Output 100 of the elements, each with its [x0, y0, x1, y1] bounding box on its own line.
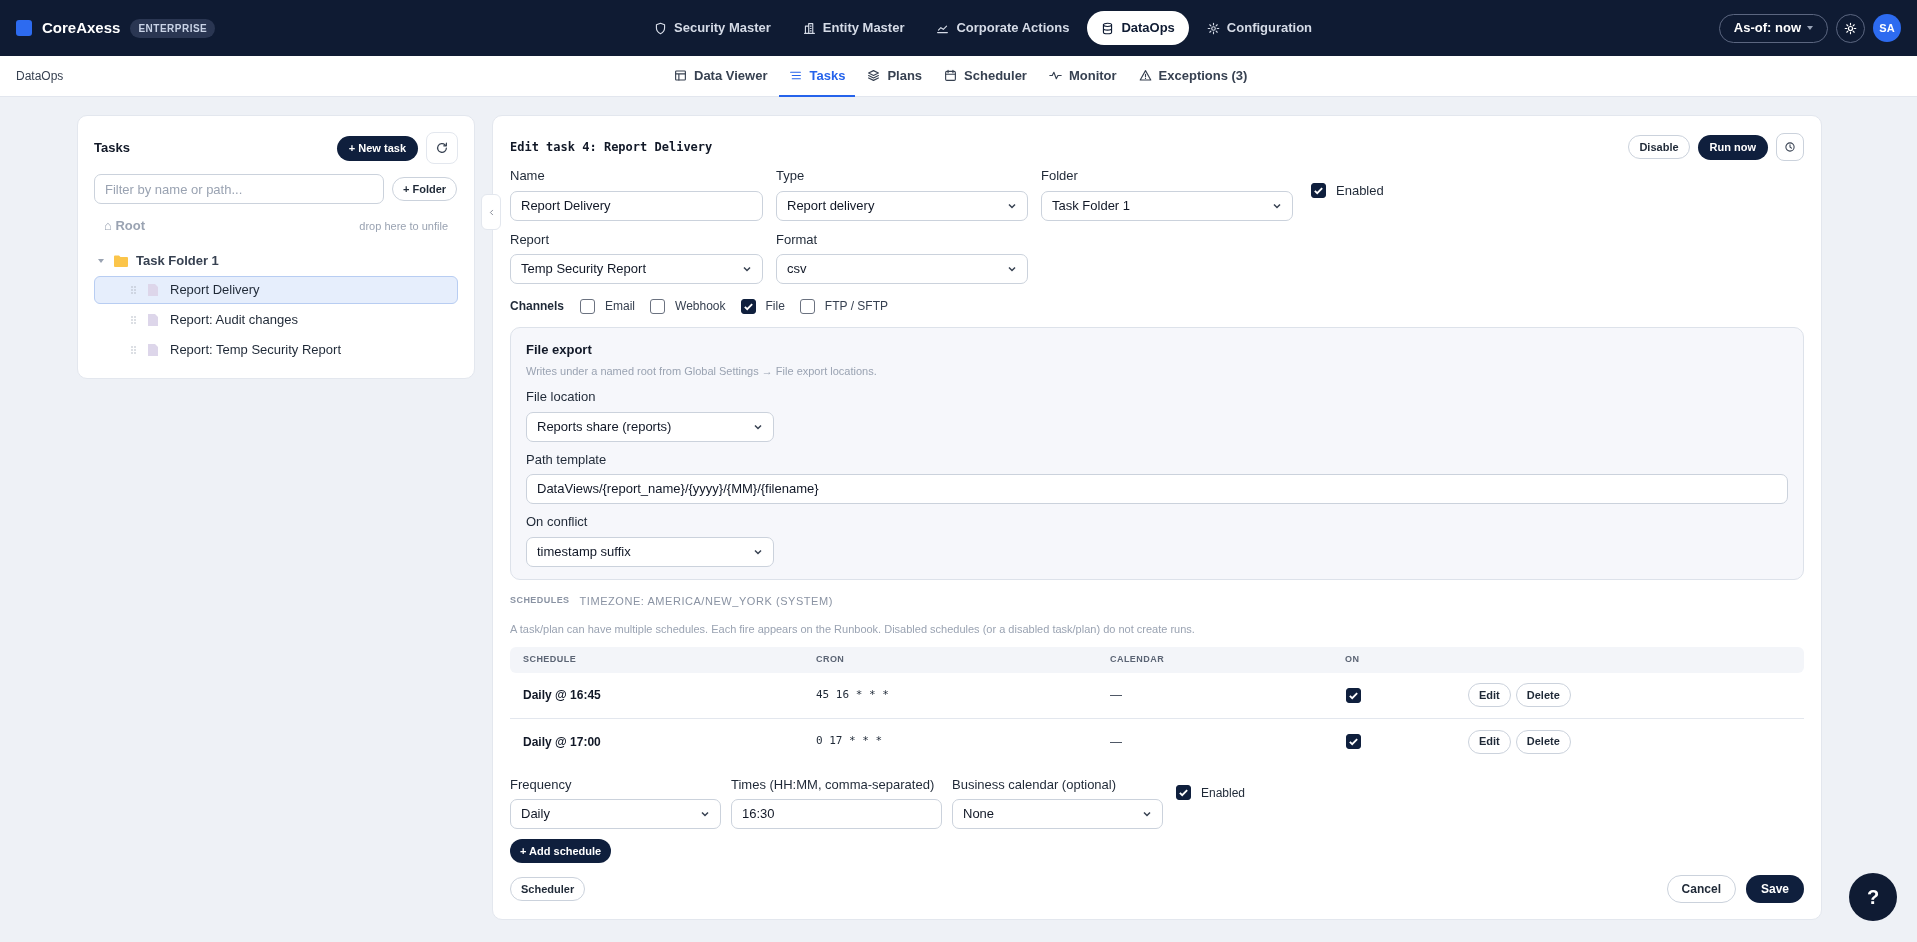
column-header: CRON — [816, 652, 846, 666]
document-icon — [148, 314, 158, 326]
panel-title: Tasks — [94, 139, 130, 158]
chevron-down-icon — [1142, 809, 1152, 819]
layers-icon — [867, 69, 881, 82]
folder-icon — [114, 255, 128, 267]
drag-handle-icon[interactable] — [131, 316, 136, 324]
section-heading: SCHEDULES — [510, 594, 570, 607]
checkbox-label: Webhook — [675, 298, 726, 315]
checkbox[interactable] — [740, 298, 756, 314]
checkbox[interactable] — [1346, 687, 1361, 703]
dropdown[interactable]: Reports share (reports) — [526, 411, 774, 442]
dropdown[interactable]: Report delivery — [776, 190, 1028, 221]
field-label: Frequency — [510, 775, 573, 794]
checkbox-label: Email — [605, 298, 636, 315]
checkbox-label: File — [765, 298, 785, 315]
dropdown[interactable]: csv — [776, 254, 1028, 284]
tree-item[interactable]: Report: Temp Security Report — [94, 336, 458, 364]
checkbox[interactable] — [1311, 183, 1326, 199]
chevron-down-icon — [1007, 264, 1017, 274]
new-task-button[interactable]: + New task — [336, 135, 418, 161]
chevron-down-icon — [742, 264, 752, 274]
document-icon — [148, 344, 158, 356]
tree-item[interactable]: Report: Audit changes — [94, 306, 458, 334]
calendar-icon — [944, 69, 958, 82]
help-button[interactable]: ? — [1849, 873, 1897, 921]
check-icon — [1348, 689, 1359, 701]
table-cell-text: — — [1110, 687, 1123, 704]
input-field[interactable]: DataViews/{report_name}/{yyyy}/{MM}/{filename} — [526, 474, 1788, 504]
chevron-down-icon — [700, 809, 710, 819]
list-icon — [789, 69, 803, 82]
app-name: CoreAxess — [42, 17, 121, 38]
nav-tab[interactable]: DataOps — [1087, 11, 1189, 45]
check-icon — [1348, 736, 1359, 747]
breadcrumb: DataOps — [16, 68, 64, 85]
history-button[interactable] — [1776, 133, 1804, 161]
nav-tab[interactable]: Corporate Actions — [922, 11, 1084, 45]
input-field[interactable]: 16:30 — [731, 799, 942, 829]
drag-handle-icon[interactable] — [131, 286, 136, 294]
checkbox[interactable] — [650, 298, 666, 314]
checkbox[interactable] — [580, 298, 595, 314]
timezone-label: TIMEZONE: AMERICA/NEW_YORK (SYSTEM) — [579, 593, 833, 609]
dropdown[interactable]: Temp Security Report — [510, 254, 763, 284]
nav-tab[interactable]: Entity Master — [788, 11, 919, 45]
field-label: Type — [776, 167, 806, 185]
check-icon — [742, 300, 754, 312]
sub-nav-tab[interactable]: Tasks — [779, 56, 856, 97]
refresh-icon — [435, 141, 449, 155]
run-now-button[interactable]: Run now — [1697, 134, 1768, 160]
caret-icon — [1807, 26, 1813, 30]
table-cell-text: 0 17 * * * — [816, 733, 884, 750]
user-avatar[interactable]: SA — [1873, 14, 1901, 42]
checkbox-label: Enabled — [1201, 784, 1246, 802]
table-cell-text: Daily @ 17:00 — [523, 733, 602, 751]
pulse-icon — [1048, 69, 1062, 82]
sub-nav-tab[interactable]: Plans — [857, 56, 933, 97]
dropdown[interactable]: timestamp suffix — [526, 536, 774, 567]
tree-folder[interactable]: Task Folder 1 — [94, 248, 458, 274]
check-icon — [1313, 185, 1324, 197]
channels-label: Channels — [510, 298, 564, 315]
section-hint: A task/plan can have multiple schedules. Each fire appears on the Runbook. Disabled schedules (or a disabled task/plan) do not create runs. — [510, 622, 1196, 637]
field-label: Report — [510, 230, 551, 249]
sub-nav-tab[interactable]: Exceptions (3) — [1128, 56, 1258, 97]
card-title: File export — [526, 341, 593, 359]
checkbox[interactable] — [799, 298, 815, 314]
column-header: SCHEDULE — [523, 652, 578, 666]
refresh-button[interactable] — [426, 132, 458, 164]
nav-tab[interactable]: Security Master — [640, 11, 785, 45]
drag-handle-icon[interactable] — [131, 346, 136, 354]
field-label: Path template — [526, 450, 608, 469]
logo-icon — [16, 20, 32, 36]
field-label: Name — [510, 167, 546, 185]
sub-nav-tab[interactable]: Data Viewer — [664, 56, 778, 97]
filter-field[interactable]: Filter by name or path... — [94, 174, 384, 204]
field-label: Folder — [1041, 167, 1079, 185]
drop-hint: drop here to unfile — [359, 218, 448, 234]
tree-item[interactable]: Report Delivery — [94, 276, 458, 304]
field-label: Format — [776, 230, 819, 249]
settings-icon — [1844, 21, 1857, 35]
dropdown[interactable]: Task Folder 1 — [1041, 190, 1293, 221]
editor-title: Edit task 4: Report Delivery — [510, 139, 713, 156]
card-hint: Writes under a named root from Global Settings → File export locations. — [526, 363, 878, 379]
sub-nav-tab[interactable]: Scheduler — [934, 56, 1037, 97]
checkbox[interactable] — [1176, 785, 1191, 800]
checkbox-label: Enabled — [1336, 182, 1384, 200]
shield-icon — [654, 21, 667, 35]
input-field[interactable]: Report Delivery — [510, 190, 763, 221]
checkbox[interactable] — [1346, 734, 1361, 749]
sub-nav-tab[interactable]: Monitor — [1038, 56, 1127, 97]
nav-tab[interactable]: Configuration — [1192, 11, 1327, 45]
dropdown[interactable]: Daily — [510, 799, 721, 829]
dropdown[interactable]: None — [952, 799, 1163, 829]
clock-icon — [1784, 141, 1796, 153]
save-button[interactable]: Save — [1745, 875, 1804, 904]
document-icon — [148, 284, 158, 296]
add-schedule-button[interactable]: + Add schedule — [510, 839, 612, 864]
table-cell-text: — — [1110, 733, 1123, 751]
field-label: File location — [526, 388, 597, 406]
building-icon — [802, 21, 816, 35]
table-cell-text: Daily @ 16:45 — [523, 687, 602, 704]
